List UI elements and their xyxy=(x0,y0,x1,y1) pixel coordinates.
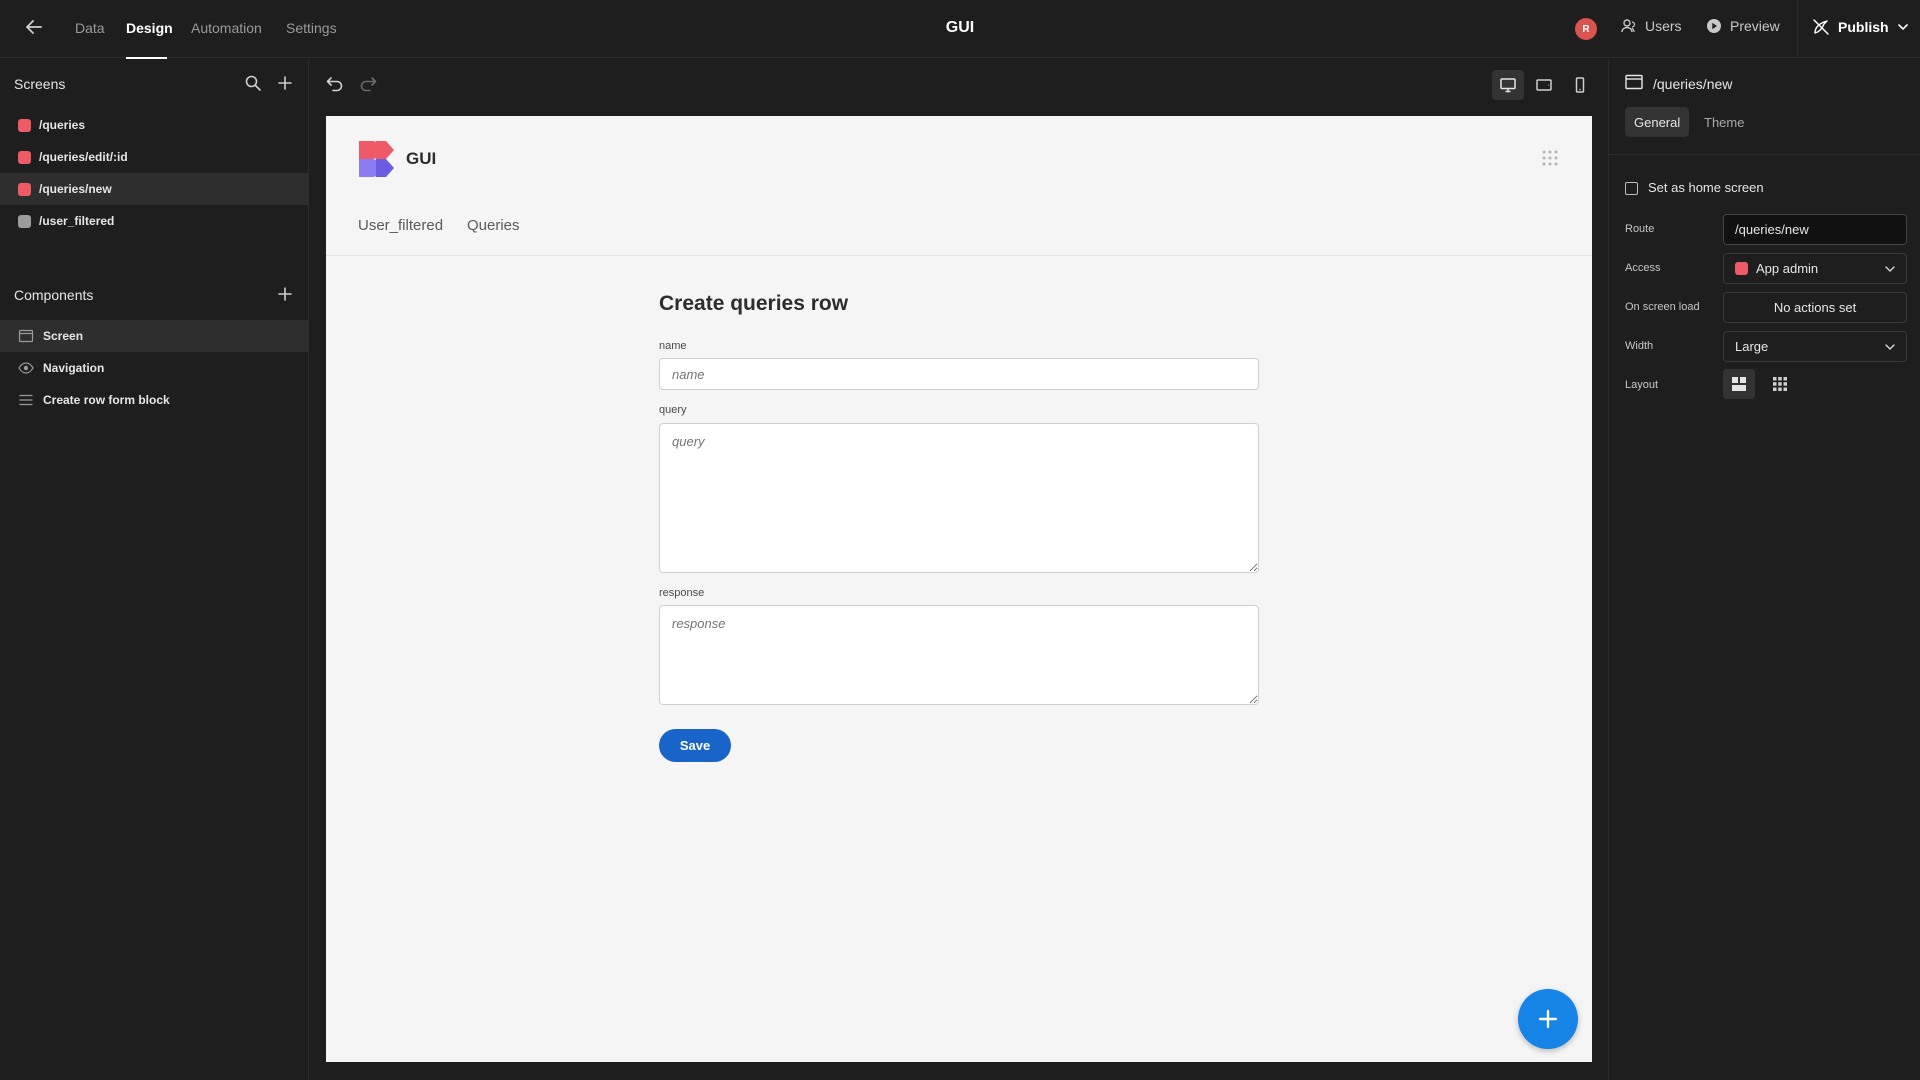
form-title: Create queries row xyxy=(659,292,849,315)
tab-general[interactable]: General xyxy=(1625,107,1690,137)
screen-item-label: /user_filtered xyxy=(39,214,115,228)
name-field-label: name xyxy=(659,340,687,352)
layout-grid-button[interactable] xyxy=(1764,369,1796,399)
tab-theme[interactable]: Theme xyxy=(1695,107,1753,137)
home-screen-label: Set as home screen xyxy=(1648,180,1764,195)
desktop-icon xyxy=(1499,76,1517,94)
response-textarea[interactable] xyxy=(659,605,1259,705)
tab-settings[interactable]: Settings xyxy=(286,20,337,36)
play-icon xyxy=(1706,18,1722,34)
components-title: Components xyxy=(14,287,94,303)
screen-icon xyxy=(18,328,34,344)
layout-label: Layout xyxy=(1625,379,1659,391)
screens-title: Screens xyxy=(14,76,66,92)
form-icon xyxy=(18,392,34,408)
width-select[interactable]: Large xyxy=(1723,331,1907,362)
screen-item-label: /queries/new xyxy=(39,182,112,196)
layout-grid-icon xyxy=(1772,376,1788,392)
mobile-view-button[interactable] xyxy=(1564,70,1596,100)
settings-panel: /queries/new General Theme Set as home s… xyxy=(1608,59,1920,1080)
admin-role-dot xyxy=(1735,262,1748,275)
preview-button[interactable]: Preview xyxy=(1706,18,1780,34)
tab-automation[interactable]: Automation xyxy=(191,20,262,36)
panel-title: /queries/new xyxy=(1653,76,1733,92)
name-input[interactable] xyxy=(659,358,1259,390)
grid-menu-icon[interactable] xyxy=(1541,149,1559,167)
query-textarea[interactable] xyxy=(659,423,1259,573)
tablet-view-button[interactable] xyxy=(1528,70,1560,100)
component-label: Create row form block xyxy=(43,393,170,407)
component-navigation[interactable]: Navigation xyxy=(0,352,308,384)
users-icon xyxy=(1621,18,1637,34)
back-arrow-icon[interactable] xyxy=(24,17,52,41)
publish-label: Publish xyxy=(1838,19,1889,35)
plus-icon xyxy=(1537,1008,1559,1030)
tab-data[interactable]: Data xyxy=(75,20,105,36)
component-screen[interactable]: Screen xyxy=(0,320,308,352)
add-component-icon[interactable] xyxy=(276,285,296,305)
component-create-row-form-block[interactable]: Create row form block xyxy=(0,384,308,416)
route-label: Route xyxy=(1625,223,1655,235)
app-header: GUI User_filtered Queries xyxy=(326,116,1592,256)
admin-role-dot xyxy=(18,182,31,196)
access-select[interactable]: App admin xyxy=(1723,253,1907,284)
preview-label: Preview xyxy=(1730,18,1780,34)
tablet-icon xyxy=(1535,76,1553,94)
on-screen-load-label: On screen load xyxy=(1625,301,1700,313)
screen-item-queries-edit[interactable]: /queries/edit/:id xyxy=(0,141,308,173)
eye-icon xyxy=(18,360,34,376)
access-value: App admin xyxy=(1756,261,1819,276)
screen-item-label: /queries xyxy=(39,118,86,132)
chevron-down-icon xyxy=(1884,341,1896,353)
home-screen-checkbox[interactable] xyxy=(1625,182,1638,195)
undo-icon[interactable] xyxy=(325,73,347,95)
add-component-fab[interactable] xyxy=(1518,989,1578,1049)
route-input[interactable]: /queries/new xyxy=(1723,214,1907,245)
component-label: Screen xyxy=(43,329,84,343)
screen-item-label: /queries/edit/:id xyxy=(39,150,128,164)
width-value: Large xyxy=(1735,339,1769,354)
mobile-icon xyxy=(1571,76,1589,94)
users-label: Users xyxy=(1645,18,1682,34)
on-screen-load-button[interactable]: No actions set xyxy=(1723,292,1907,323)
desktop-view-button[interactable] xyxy=(1492,70,1524,100)
access-label: Access xyxy=(1625,262,1661,274)
avatar[interactable]: R xyxy=(1575,18,1597,40)
nav-link-user-filtered[interactable]: User_filtered xyxy=(358,217,443,234)
basic-role-dot xyxy=(18,214,31,228)
publish-unpublished-icon xyxy=(1812,18,1830,36)
route-value: /queries/new xyxy=(1735,222,1809,237)
budibase-logo-icon xyxy=(357,139,397,179)
search-screens-icon[interactable] xyxy=(244,74,264,94)
app-preview-canvas: GUI User_filtered Queries Create queries… xyxy=(326,116,1592,1062)
chevron-down-icon xyxy=(1897,21,1909,33)
top-bar: Data Design Automation Settings GUI R Us… xyxy=(0,0,1920,59)
chevron-down-icon xyxy=(1884,263,1896,275)
width-label: Width xyxy=(1625,340,1654,352)
layout-flex-button[interactable] xyxy=(1723,369,1755,399)
save-button[interactable]: Save xyxy=(659,729,731,762)
screen-icon xyxy=(1625,74,1643,90)
on-screen-load-value: No actions set xyxy=(1773,300,1857,315)
app-name: GUI xyxy=(406,149,437,168)
admin-role-dot xyxy=(18,150,31,164)
redo-icon[interactable] xyxy=(358,73,380,95)
nav-link-queries[interactable]: Queries xyxy=(467,217,520,234)
screen-item-user-filtered[interactable]: /user_filtered xyxy=(0,205,308,237)
panel-divider xyxy=(1609,154,1920,155)
users-button[interactable]: Users xyxy=(1621,18,1682,34)
app-title: GUI xyxy=(945,19,975,36)
left-sidebar: Screens /queries /queries/edit/:id /quer… xyxy=(0,59,309,1080)
admin-role-dot xyxy=(18,118,31,132)
tab-design[interactable]: Design xyxy=(126,20,173,36)
query-field-label: query xyxy=(659,404,687,416)
response-field-label: response xyxy=(659,587,705,599)
publish-button[interactable]: Publish xyxy=(1812,18,1909,36)
layout-flex-icon xyxy=(1731,376,1747,392)
screen-item-queries[interactable]: /queries xyxy=(0,109,308,141)
screen-item-queries-new[interactable]: /queries/new xyxy=(0,173,308,205)
publish-divider xyxy=(1797,0,1798,58)
add-screen-icon[interactable] xyxy=(276,74,296,94)
component-label: Navigation xyxy=(43,361,105,375)
